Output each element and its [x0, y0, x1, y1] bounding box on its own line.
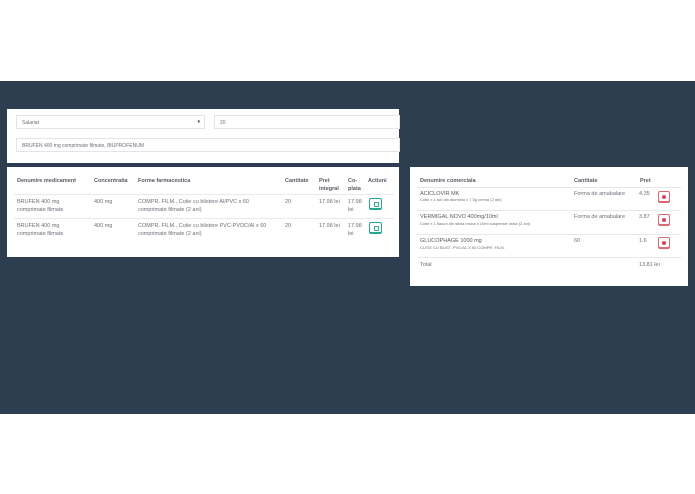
cart-item-price: 3.87	[639, 214, 650, 220]
cell-form-line2: comprimate filmate (2 ani)	[138, 207, 202, 213]
chevron-down-icon: ▾	[197, 119, 200, 125]
divider	[417, 210, 681, 211]
header-copay-line1: Co-	[348, 178, 358, 184]
search-panel: Salariat ▾ 20 BRUFEN 400 mg comprimate f…	[7, 109, 400, 163]
cell-concentration: 400 mg	[94, 199, 113, 205]
divider	[417, 257, 681, 258]
cart-item-desc: Cutie x 1 tub din aluminiu x 7,5g crema …	[420, 197, 502, 202]
header-form: Forma farmaceutica	[138, 178, 191, 184]
cart-total-label: Total	[420, 262, 432, 268]
cell-name-line2: comprimate filmate	[17, 207, 64, 213]
cell-copay: 17.98 lei	[348, 222, 362, 238]
cart-item-quantity: 60	[574, 238, 581, 244]
header-actions: Actiuni	[368, 178, 387, 184]
category-select-value: Salariat	[22, 120, 39, 126]
cell-name: BRUFEN 400 mg comprimate filmate	[17, 198, 63, 214]
cart-total-value: 13.81 lei	[639, 262, 660, 268]
cart-header-quantity: Cantitate	[574, 178, 598, 184]
header-copay-line2: plata	[348, 186, 361, 192]
cell-concentration: 400 mg	[94, 223, 113, 229]
remove-item-button[interactable]	[658, 237, 670, 248]
quantity-input[interactable]: 20	[214, 115, 400, 129]
cart-item-desc: CUTIE CU BLIST. PVC/AL X 60 COMPR. FILM.	[420, 245, 505, 250]
cell-form-line1: COMPR. FILM., Cutie cu blistere Al/PVC x…	[138, 199, 249, 205]
cell-price: 17.98 lei	[319, 223, 340, 229]
cell-copay-line1: 17.98	[348, 223, 362, 229]
header-name: Denumire medicament	[17, 178, 76, 184]
cell-form-line2: comprimate filmate (2 ani)	[138, 231, 202, 237]
cart-item-quantity: Forma de amabalare	[574, 214, 626, 220]
header-price-line2: integral	[319, 186, 339, 192]
category-select[interactable]: Salariat ▾	[16, 115, 205, 129]
cart-item-desc: Cutie x 1 flacon din sticla bruna x 10ml…	[420, 221, 531, 226]
medications-table: Denumire medicament Concentratia Forma f…	[7, 167, 399, 257]
prescription-cart: Denumire comerciala Cantitate Pret ACICL…	[410, 167, 688, 286]
cell-name-line1: BRUFEN 400 mg	[17, 223, 60, 229]
cart-header-name: Denumire comerciala	[420, 178, 476, 184]
cart-item-price: 4.35	[639, 191, 650, 197]
header-price-line1: Pret	[319, 178, 330, 184]
medication-search-input[interactable]: BRUFEN 400 mg comprimate filmate, IBUPRO…	[16, 138, 400, 152]
remove-item-button[interactable]	[658, 214, 670, 225]
remove-item-button[interactable]	[658, 191, 670, 202]
header-copay: Co- plata	[348, 177, 361, 193]
cell-name-line1: BRUFEN 400 mg	[17, 199, 60, 205]
divider	[14, 194, 394, 195]
divider	[417, 187, 681, 188]
cell-name-line2: comprimate filmate	[17, 231, 64, 237]
cart-item-price: 1.6	[639, 238, 647, 244]
add-to-cart-button[interactable]	[369, 222, 382, 233]
cell-quantity: 20	[285, 199, 292, 205]
cell-price: 17.98 lei	[319, 199, 340, 205]
cell-name: BRUFEN 400 mg comprimate filmate	[17, 222, 63, 238]
cart-item-name: GLUCOPHAGE 1000 mg	[420, 238, 482, 244]
cell-form-line1: COMPR. FILM., Cutie cu blistere PVC-PVDC…	[138, 223, 267, 229]
cart-header-price: Pret	[640, 178, 651, 184]
header-price: Pret integral	[319, 177, 339, 193]
cart-item-name: VERMIGAL NOVO 400mg/10ml	[420, 214, 498, 220]
cell-copay: 17.98 lei	[348, 198, 362, 214]
header-quantity: Cantitate	[285, 178, 309, 184]
add-to-cart-button[interactable]	[369, 198, 382, 209]
divider	[14, 218, 394, 219]
cell-copay-line2: lei	[348, 207, 354, 213]
cart-item-quantity: Forma de amabalare	[574, 191, 626, 197]
cell-copay-line1: 17.98	[348, 199, 362, 205]
cell-copay-line2: lei	[348, 231, 354, 237]
cell-quantity: 20	[285, 223, 292, 229]
divider	[417, 234, 681, 235]
cell-form: COMPR. FILM., Cutie cu blistere PVC-PVDC…	[138, 222, 266, 238]
cell-form: COMPR. FILM., Cutie cu blistere Al/PVC x…	[138, 198, 249, 214]
header-concentration: Concentratia	[94, 178, 128, 184]
